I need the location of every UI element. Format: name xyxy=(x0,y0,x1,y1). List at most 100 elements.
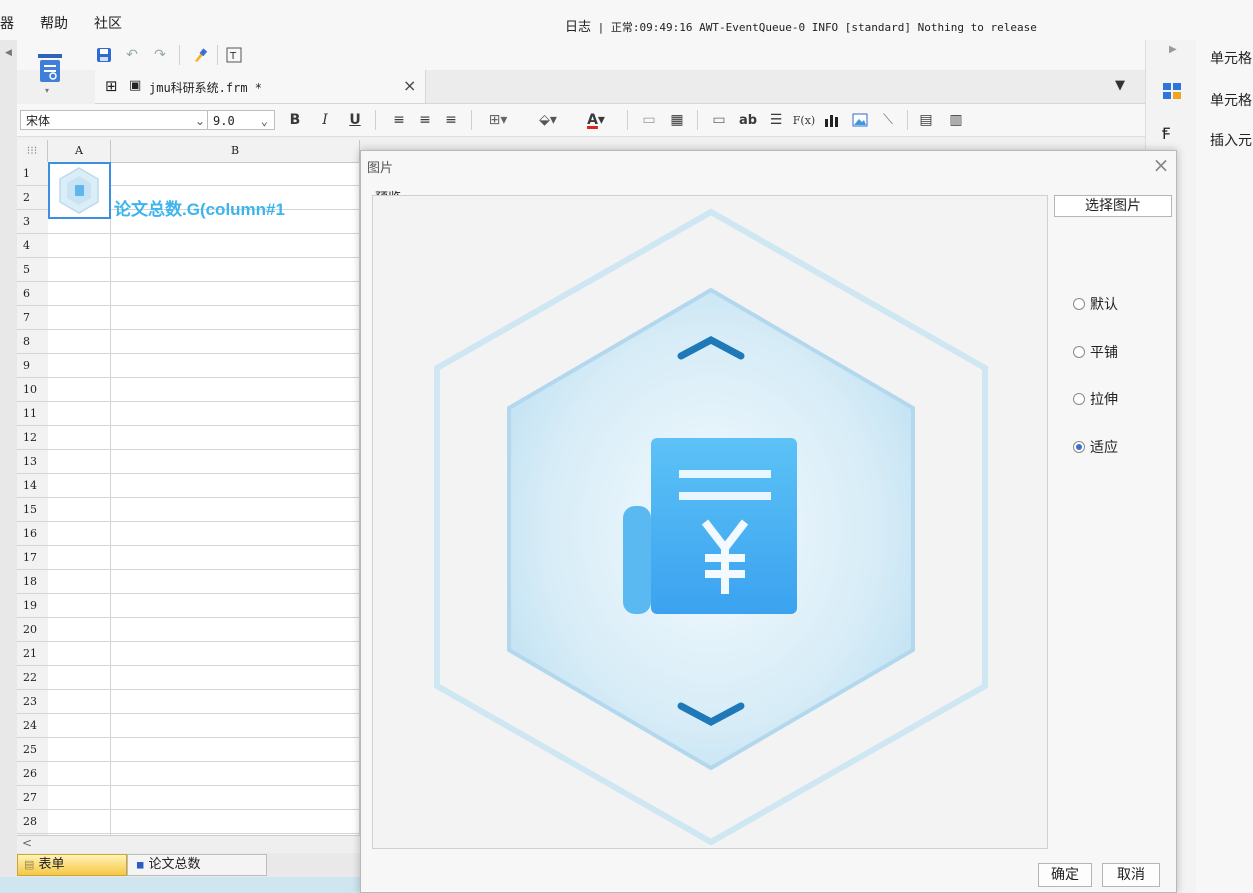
save-icon[interactable] xyxy=(93,44,115,66)
format-painter-icon[interactable] xyxy=(189,44,211,66)
chevron-down-icon: ⌄ xyxy=(260,114,268,128)
document-tab-label: jmu科研系统.frm * xyxy=(149,81,263,95)
grid-line xyxy=(48,329,360,330)
left-collapse-strip[interactable]: ◀ xyxy=(0,40,17,893)
italic-button[interactable]: I xyxy=(315,110,335,130)
radio-tile-circle[interactable] xyxy=(1073,346,1085,358)
font-size-value: 9.0 xyxy=(213,114,235,128)
menu-item-server[interactable]: 器 xyxy=(0,13,14,33)
grid-line xyxy=(48,569,360,570)
menu-bar: 器 帮助 社区 日志 | 正常:09:49:16 AWT-EventQueue-… xyxy=(0,0,1253,41)
grid-line xyxy=(48,761,360,762)
grid-line xyxy=(48,353,360,354)
grid-line xyxy=(48,377,360,378)
image-icon[interactable] xyxy=(849,110,871,130)
grid-line xyxy=(110,162,111,835)
sheet-tab-form-label: 表单 xyxy=(38,857,65,872)
font-color-icon[interactable]: A ▾ xyxy=(579,110,613,130)
text-style-button[interactable]: ab xyxy=(735,110,761,130)
paragraph-icon[interactable]: ☰ xyxy=(765,110,787,130)
text-preview-icon[interactable]: T xyxy=(223,44,245,66)
bold-button[interactable]: B xyxy=(285,110,305,130)
spreadsheet-grid[interactable]: ⁝⁝⁝ A B 1 2 3 4 5 6 7 8 9 10 11 12 13 14 15 16 17 18 19 20 2… xyxy=(17,140,360,835)
cancel-button[interactable]: 取消 xyxy=(1102,863,1160,887)
grid-line xyxy=(48,737,360,738)
cell-a1-image[interactable] xyxy=(48,162,111,219)
document-tab[interactable]: ⊞ ▣ jmu科研系统.frm * × xyxy=(95,70,426,103)
cell-b2-text[interactable]: 论文总数.G(column#1 xyxy=(114,195,285,220)
image-dialog: 图片 × 预览 选择 xyxy=(360,150,1177,893)
radio-stretch-circle[interactable] xyxy=(1073,393,1085,405)
radio-fit-circle[interactable] xyxy=(1073,441,1085,453)
diagonal-line-icon[interactable]: ⟍ xyxy=(877,110,899,130)
ok-button[interactable]: 确定 xyxy=(1038,863,1092,887)
right-panel-item-cell-attr[interactable]: 单元格 xyxy=(1210,90,1252,110)
choose-image-button[interactable]: 选择图片 xyxy=(1054,195,1172,217)
formula-button[interactable]: F(x) xyxy=(791,110,817,130)
scroll-left-icon[interactable]: < xyxy=(22,836,32,850)
radio-default-label: 默认 xyxy=(1090,297,1118,313)
redo-icon[interactable]: ↷ xyxy=(149,44,171,66)
sheet-tab-papers-label: 论文总数 xyxy=(148,857,201,872)
template-icon[interactable] xyxy=(30,44,70,94)
close-tab-icon[interactable]: × xyxy=(403,76,416,95)
form-file-icon: ▣ xyxy=(129,78,142,93)
font-name-value: 宋体 xyxy=(26,114,51,128)
text-field-icon[interactable]: ▭ xyxy=(707,110,731,130)
grid-icon: ⊞ xyxy=(105,77,118,95)
merge-cells-icon[interactable]: ▭ xyxy=(639,110,659,130)
grid-line xyxy=(48,545,360,546)
grid-line xyxy=(48,593,360,594)
radio-fit[interactable]: 适应 xyxy=(1073,437,1118,457)
sheet-tab-papers[interactable]: ◼ 论文总数 xyxy=(127,854,267,876)
cell-style-icon[interactable]: Ꞙ xyxy=(1162,122,1184,144)
grid-line xyxy=(48,281,360,282)
radio-default-circle[interactable] xyxy=(1073,298,1085,310)
grid-line xyxy=(48,617,360,618)
sheet-tab-form[interactable]: ▤ 表单 xyxy=(17,854,127,876)
template-dropdown-icon[interactable]: ▾ xyxy=(45,86,49,95)
collapse-left-icon[interactable]: ◀ xyxy=(5,48,12,58)
right-panel-item-cell[interactable]: 单元格 xyxy=(1210,48,1252,68)
horizontal-scrollbar[interactable]: < xyxy=(17,835,360,854)
menu-item-help[interactable]: 帮助 xyxy=(40,13,68,33)
grid-line xyxy=(48,449,360,450)
close-icon[interactable]: × xyxy=(1149,153,1173,177)
fill-color-icon[interactable]: ⬙▾ xyxy=(531,110,565,130)
chart-icon[interactable] xyxy=(821,110,843,130)
radio-default[interactable]: 默认 xyxy=(1073,294,1118,314)
radio-tile[interactable]: 平铺 xyxy=(1073,342,1118,362)
document-tab-bar: ⊞ ▣ jmu科研系统.frm * × ▼ xyxy=(95,70,1145,104)
format-toolbar: 宋体 ⌄ 9.0 ⌄ B I U ≡ ≡ ≡ ⊞▾ ⬙▾ A ▾ ▭ ▦ ▭ ab… xyxy=(17,104,1145,137)
log-label[interactable]: 日志 xyxy=(565,19,591,34)
main-toolbar: ▾ ↶ ↷ T xyxy=(17,40,1145,95)
table-icon[interactable]: ▦ xyxy=(667,110,687,130)
align-left-icon[interactable]: ≡ xyxy=(389,110,409,130)
radio-stretch-label: 拉伸 xyxy=(1090,392,1118,408)
sub-report-icon[interactable]: ▤ xyxy=(915,110,937,130)
font-size-select[interactable]: 9.0 ⌄ xyxy=(207,110,275,130)
log-status: 日志 | 正常:09:49:16 AWT-EventQueue-0 INFO [… xyxy=(565,16,1037,35)
grid-line xyxy=(48,233,360,234)
log-message: | 正常:09:49:16 AWT-EventQueue-0 INFO [sta… xyxy=(597,21,1037,34)
expand-right-icon[interactable]: ▶ xyxy=(1169,44,1177,55)
align-center-icon[interactable]: ≡ xyxy=(415,110,435,130)
right-panel-item-insert[interactable]: 插入元 xyxy=(1210,130,1252,150)
svg-text:T: T xyxy=(229,51,237,62)
tab-menu-icon[interactable]: ▼ xyxy=(1115,78,1125,93)
grid-line xyxy=(48,401,360,402)
align-right-icon[interactable]: ≡ xyxy=(441,110,461,130)
radio-stretch[interactable]: 拉伸 xyxy=(1073,389,1118,409)
menu-item-community[interactable]: 社区 xyxy=(94,13,122,33)
grid-line xyxy=(48,689,360,690)
cell-attributes-icon[interactable] xyxy=(1162,82,1184,102)
border-icon[interactable]: ⊞▾ xyxy=(483,110,513,130)
grid-line xyxy=(48,809,360,810)
grid-line xyxy=(48,641,360,642)
grid-line xyxy=(48,425,360,426)
widget-icon[interactable]: ▥ xyxy=(945,110,967,130)
underline-button[interactable]: U xyxy=(345,110,365,130)
font-name-select[interactable]: 宋体 ⌄ xyxy=(20,110,212,130)
image-preview xyxy=(372,195,1048,849)
undo-icon[interactable]: ↶ xyxy=(121,44,143,66)
